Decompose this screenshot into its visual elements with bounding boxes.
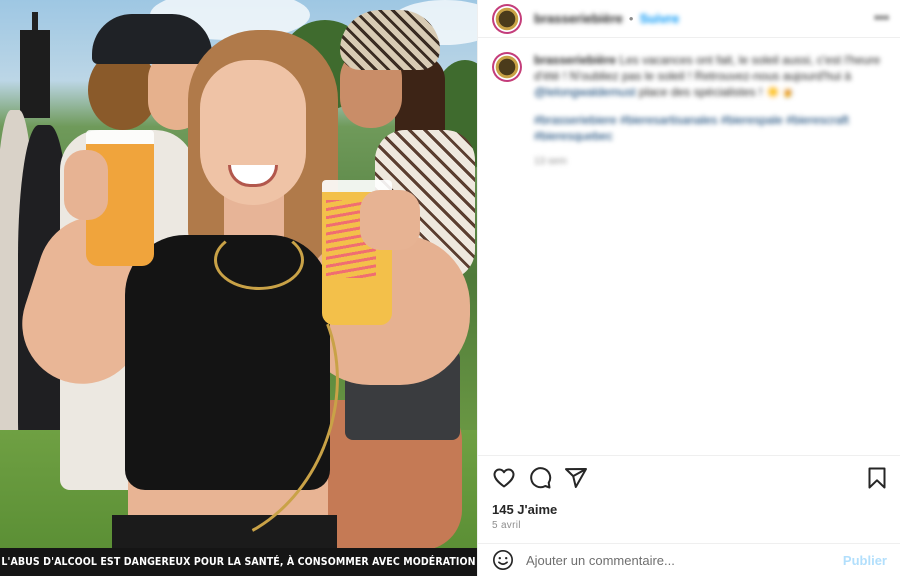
comment-box: Publier — [478, 543, 900, 576]
heart-icon[interactable] — [492, 466, 516, 490]
emoji-icon[interactable] — [492, 549, 514, 571]
bookmark-icon[interactable] — [865, 466, 889, 490]
alcohol-warning-banner: L'abus d'alcool est dangereux pour la sa… — [0, 548, 477, 576]
follow-button[interactable]: Suivre — [639, 11, 679, 26]
caption-timestamp: 13 sem — [534, 156, 567, 167]
post-date: 5 avril — [492, 520, 521, 531]
left-hand — [64, 150, 108, 220]
woman2-scarf — [340, 10, 440, 70]
publish-button[interactable]: Publier — [843, 553, 887, 568]
caption-avatar[interactable] — [492, 52, 522, 82]
share-icon[interactable] — [564, 466, 588, 490]
post-sidebar: brasseriebière • Suivre ••• brasseriebiè… — [477, 0, 900, 576]
speaker-tower — [20, 12, 50, 118]
post-image[interactable]: L'abus d'alcool est dangereux pour la sa… — [0, 0, 477, 576]
likes-count[interactable]: 145 J'aime — [492, 502, 557, 517]
more-options-icon[interactable]: ••• — [874, 9, 889, 25]
post-actions: 145 J'aime 5 avril — [478, 455, 900, 543]
dot-separator: • — [628, 11, 634, 26]
caption-username[interactable]: brasseriebière — [534, 53, 616, 67]
comment-input[interactable] — [526, 552, 826, 568]
alcohol-warning-text: L'abus d'alcool est dangereux pour la sa… — [1, 556, 476, 568]
comment-icon[interactable] — [528, 466, 552, 490]
avatar[interactable] — [492, 3, 522, 34]
caption-text-after: place des spécialistes ! ☀️🍺 — [635, 85, 796, 99]
right-hand — [360, 190, 420, 250]
action-icons-group — [492, 466, 588, 490]
caption-body: brasseriebière Les vacances ont fait, le… — [534, 52, 887, 170]
caption-hashtags[interactable]: #brasseriebiere #bieresartisanales #bier… — [534, 112, 887, 144]
header-username[interactable]: brasseriebière — [534, 11, 623, 26]
post-header: brasseriebière • Suivre ••• — [478, 0, 900, 38]
man-cap — [92, 14, 212, 64]
post-caption: brasseriebière Les vacances ont fait, le… — [492, 52, 887, 170]
caption-mention[interactable]: @lelongwaldemust — [534, 85, 636, 99]
